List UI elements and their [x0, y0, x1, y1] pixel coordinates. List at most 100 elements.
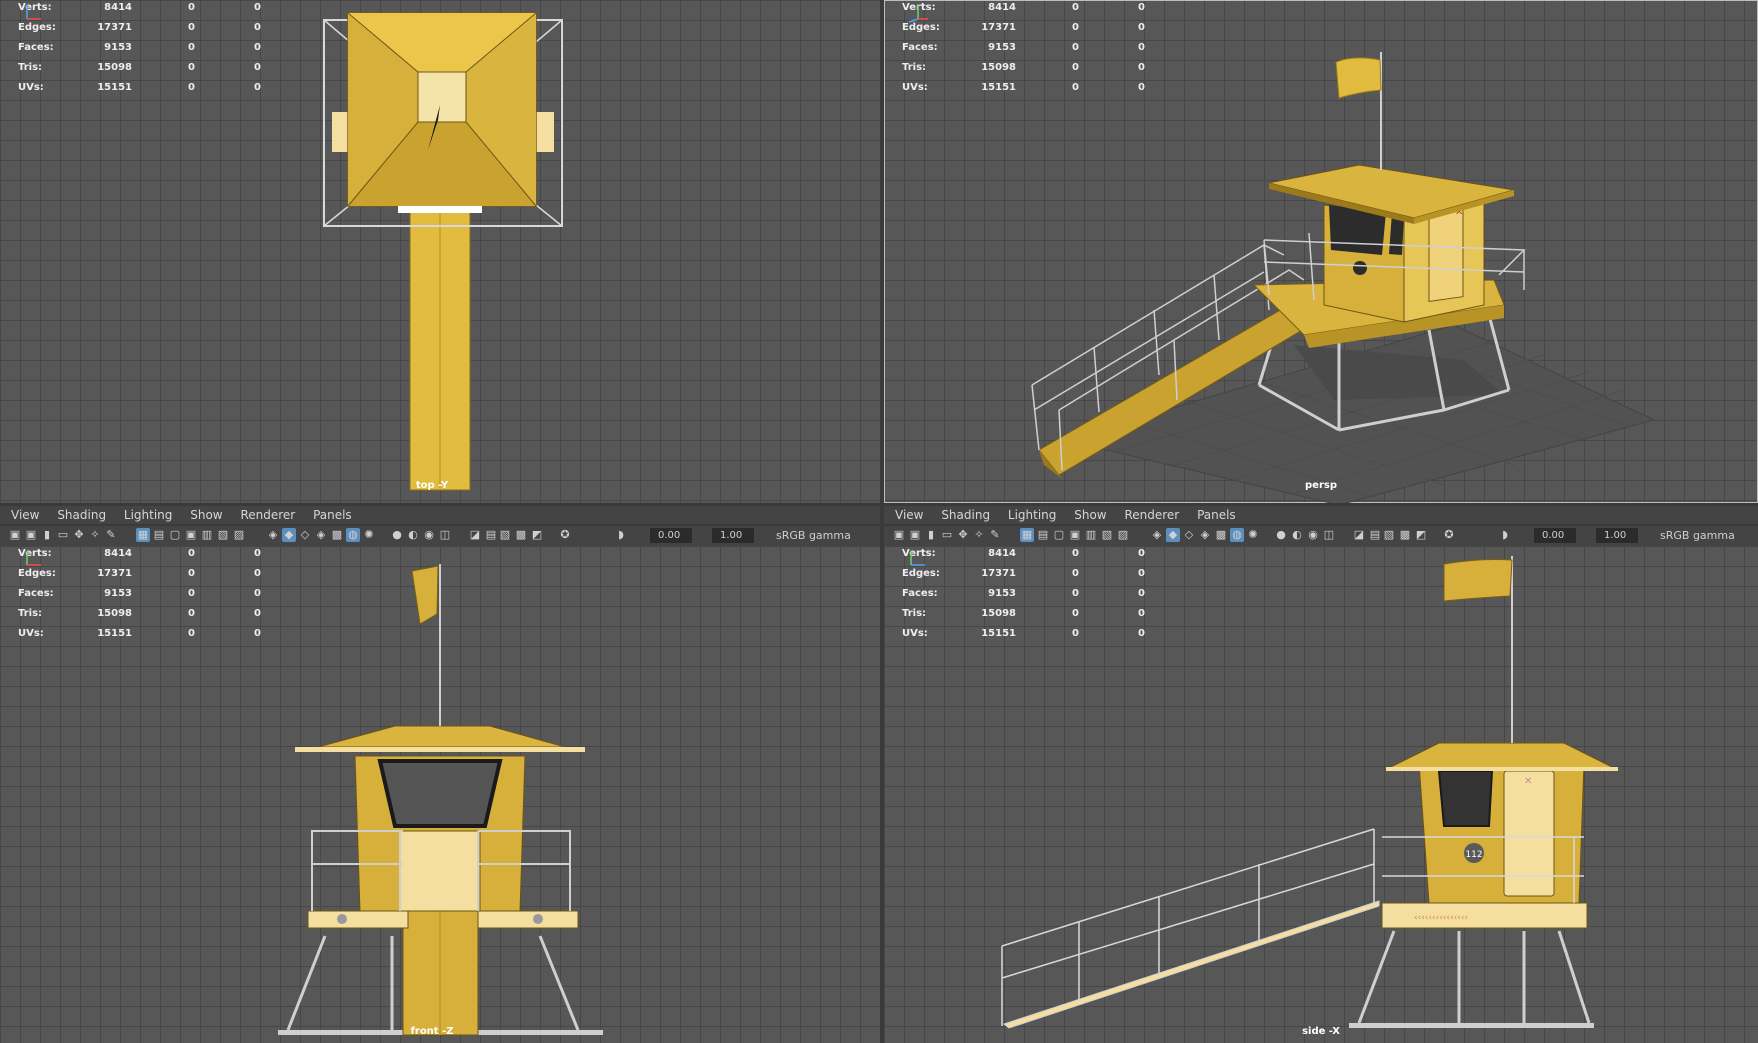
wireframe-on-shaded-icon[interactable]: ◈ [314, 528, 328, 542]
hud-value: 0 [254, 608, 261, 619]
camera-icon[interactable]: ▣ [892, 528, 906, 542]
grease-pencil-icon[interactable]: ✎ [104, 528, 118, 542]
viewport-top[interactable]: Verts: 8414 0 0 Edges: 17371 0 0 Faces: 9153 0 0 … [0, 0, 880, 503]
antialias-icon[interactable]: ◫ [438, 528, 452, 542]
hud-value: 17371 [97, 568, 132, 579]
camera-attr-icon[interactable]: ▣ [908, 528, 922, 542]
hud-value: 0 [1072, 628, 1079, 639]
hud-value: 0 [1138, 568, 1145, 579]
xray-active-icon[interactable]: ▩ [1398, 528, 1412, 542]
menu-renderer[interactable]: Renderer [240, 508, 295, 522]
menu-view[interactable]: View [11, 508, 39, 522]
move-tool-icon[interactable]: ✧ [88, 528, 102, 542]
pan-icon[interactable]: ✥ [72, 528, 86, 542]
shadows-icon[interactable]: ● [1274, 528, 1288, 542]
hud-value: 0 [1138, 2, 1145, 13]
isolate-select-icon[interactable]: ▤ [484, 528, 498, 542]
grease-pencil-icon[interactable]: ✎ [988, 528, 1002, 542]
antialias-icon[interactable]: ◫ [1322, 528, 1336, 542]
film-gate-icon[interactable]: ▤ [152, 528, 166, 542]
image-plane-icon[interactable]: ▭ [56, 528, 70, 542]
motion-blur-icon[interactable]: ◉ [422, 528, 436, 542]
gamma-icon[interactable]: ◗ [1498, 528, 1512, 542]
bookmark-icon[interactable]: ▮ [924, 528, 938, 542]
exposure-icon[interactable]: ✪ [558, 528, 572, 542]
backface-icon[interactable]: ◩ [530, 528, 544, 542]
camera-attr-icon[interactable]: ▣ [24, 528, 38, 542]
default-material-icon[interactable]: ◇ [298, 528, 312, 542]
hud-label: UVs: [18, 628, 44, 639]
grid-icon[interactable]: ▦ [136, 528, 150, 542]
smooth-shade-icon[interactable]: ◆ [282, 528, 296, 542]
wireframe-on-shaded-icon[interactable]: ◈ [1198, 528, 1212, 542]
lights-icon[interactable]: ✺ [1246, 528, 1260, 542]
safe-title-icon[interactable]: ▨ [1116, 528, 1130, 542]
hud-value: 0 [188, 588, 195, 599]
menu-lighting[interactable]: Lighting [124, 508, 173, 522]
xray-joints-icon[interactable]: ▧ [1382, 528, 1396, 542]
viewport-front[interactable]: Verts: 8414 0 0 Edges: 17371 0 0 Faces: 9153 0 0 … [0, 546, 880, 1043]
gamma-field[interactable]: 1.00 [712, 528, 754, 543]
gamma-field[interactable]: 1.00 [1596, 528, 1638, 543]
viewport-camera-label: top -Y [415, 480, 449, 491]
ambient-occlusion-icon[interactable]: ◐ [406, 528, 420, 542]
lights-icon[interactable]: ✺ [362, 528, 376, 542]
hud-value: 0 [1072, 22, 1079, 33]
field-chart-icon[interactable]: ▥ [200, 528, 214, 542]
menu-panels[interactable]: Panels [313, 508, 352, 522]
menu-show[interactable]: Show [1074, 508, 1106, 522]
pan-icon[interactable]: ✥ [956, 528, 970, 542]
safe-title-icon[interactable]: ▨ [232, 528, 246, 542]
gate-mask-icon[interactable]: ▣ [1068, 528, 1082, 542]
menu-panels[interactable]: Panels [1197, 508, 1236, 522]
menu-shading[interactable]: Shading [57, 508, 106, 522]
axis-gizmo-icon [26, 5, 41, 20]
motion-blur-icon[interactable]: ◉ [1306, 528, 1320, 542]
move-tool-icon[interactable]: ✧ [972, 528, 986, 542]
ambient-occlusion-icon[interactable]: ◐ [1290, 528, 1304, 542]
menu-lighting[interactable]: Lighting [1008, 508, 1057, 522]
colorspace-dropdown[interactable]: sRGB gamma [1660, 528, 1735, 544]
resolution-gate-icon[interactable]: ▢ [168, 528, 182, 542]
image-plane-icon[interactable]: ▭ [940, 528, 954, 542]
xray-active-icon[interactable]: ▩ [514, 528, 528, 542]
hud-label: Edges: [18, 22, 56, 33]
menu-show[interactable]: Show [190, 508, 222, 522]
viewport-persp[interactable]: ✕ Verts: 8414 0 0 Edges: 17371 0 0 Faces: 9153 0… [884, 0, 1758, 503]
default-material-icon[interactable]: ◇ [1182, 528, 1196, 542]
viewport-side[interactable]: ‹‹‹‹‹‹‹‹‹‹‹‹‹‹‹ 112 ✕ Verts: 8414 0 0 Edges… [884, 546, 1758, 1043]
wireframe-icon[interactable]: ◈ [1150, 528, 1164, 542]
resolution-gate-icon[interactable]: ▢ [1052, 528, 1066, 542]
grid-icon[interactable]: ▦ [1020, 528, 1034, 542]
backface-icon[interactable]: ◩ [1414, 528, 1428, 542]
depth-of-field-icon[interactable]: ◪ [1352, 528, 1366, 542]
exposure-icon[interactable]: ✪ [1442, 528, 1456, 542]
smooth-shade-icon[interactable]: ◆ [1166, 528, 1180, 542]
safe-action-icon[interactable]: ▧ [1100, 528, 1114, 542]
shadows-icon[interactable]: ● [390, 528, 404, 542]
wireframe-icon[interactable]: ◈ [266, 528, 280, 542]
menu-shading[interactable]: Shading [941, 508, 990, 522]
exposure-field[interactable]: 0.00 [650, 528, 692, 543]
isolate-select-icon[interactable]: ▤ [1368, 528, 1382, 542]
bookmark-icon[interactable]: ▮ [40, 528, 54, 542]
depth-of-field-icon[interactable]: ◪ [468, 528, 482, 542]
hud-value: 0 [188, 568, 195, 579]
colorspace-dropdown[interactable]: sRGB gamma [776, 528, 851, 544]
gamma-icon[interactable]: ◗ [614, 528, 628, 542]
menu-view[interactable]: View [895, 508, 923, 522]
safe-action-icon[interactable]: ▧ [216, 528, 230, 542]
camera-icon[interactable]: ▣ [8, 528, 22, 542]
textured-icon[interactable]: ▩ [330, 528, 344, 542]
hud-value: 9153 [988, 42, 1016, 53]
textured-icon[interactable]: ▩ [1214, 528, 1228, 542]
exposure-field[interactable]: 0.00 [1534, 528, 1576, 543]
xray-icon[interactable]: ◍ [346, 528, 360, 542]
field-chart-icon[interactable]: ▥ [1084, 528, 1098, 542]
viewport-camera-label: persp [1305, 480, 1337, 491]
menu-renderer[interactable]: Renderer [1124, 508, 1179, 522]
xray-icon[interactable]: ◍ [1230, 528, 1244, 542]
xray-joints-icon[interactable]: ▧ [498, 528, 512, 542]
gate-mask-icon[interactable]: ▣ [184, 528, 198, 542]
film-gate-icon[interactable]: ▤ [1036, 528, 1050, 542]
